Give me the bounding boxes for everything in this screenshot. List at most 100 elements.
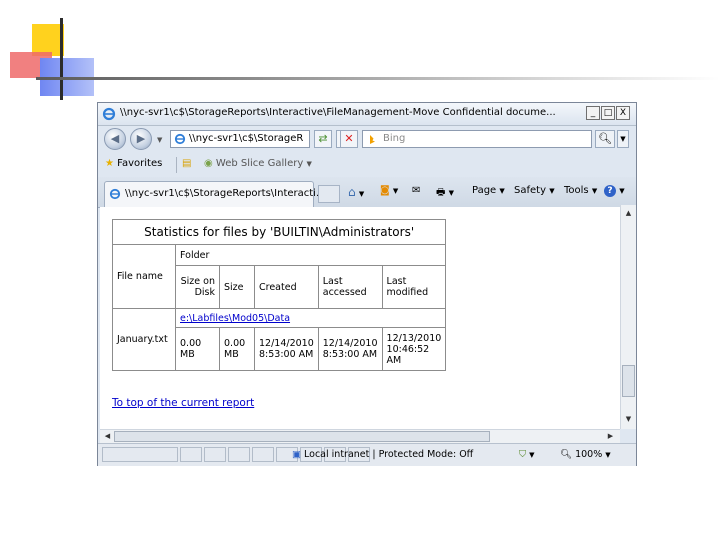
forward-button[interactable]: ▶ xyxy=(130,128,152,150)
page-icon xyxy=(174,133,186,145)
safety-menu[interactable]: Safety ▼ xyxy=(514,185,555,196)
header-size-on-disk: Size on Disk xyxy=(175,265,220,309)
recent-pages-dropdown-icon[interactable]: ▼ xyxy=(157,136,162,144)
search-placeholder: Bing xyxy=(383,133,406,144)
cell-size-on-disk: 0.00 MB xyxy=(175,327,220,371)
scroll-right-icon[interactable]: ▶ xyxy=(604,430,617,443)
vertical-scroll-thumb[interactable] xyxy=(622,365,635,397)
header-size: Size xyxy=(219,265,255,309)
horizontal-scroll-thumb[interactable] xyxy=(114,431,490,442)
cell-created: 12/14/2010 8:53:00 AM xyxy=(254,327,319,371)
intranet-icon: ▣ xyxy=(292,449,301,460)
search-box[interactable]: Bing xyxy=(362,130,592,148)
safety-menu-label: Safety xyxy=(514,185,546,196)
scroll-down-icon[interactable]: ▼ xyxy=(622,413,635,426)
chevron-down-icon: ▼ xyxy=(529,451,535,459)
zone-status[interactable]: ▣ Local intranet | Protected Mode: Off xyxy=(292,449,473,460)
cell-last-accessed: 12/14/2010 8:53:00 AM xyxy=(317,327,383,371)
horizontal-scrollbar[interactable]: ◀ ▶ xyxy=(100,429,620,444)
tab-current[interactable]: \\nyc-svr1\c$\StorageReports\Interacti..… xyxy=(104,181,326,207)
tools-menu[interactable]: Tools ▼ xyxy=(564,185,597,196)
header-folder: Folder xyxy=(174,244,447,266)
status-pane-5 xyxy=(252,447,274,462)
favorites-bar: ★ Favorites ▤ ◉ Web Slice Gallery ▼ xyxy=(98,153,636,177)
zone-status-text: Local intranet | Protected Mode: Off xyxy=(304,449,474,460)
title-bar: \\nyc-svr1\c$\StorageReports\Interactive… xyxy=(98,103,636,126)
tab-bar: \\nyc-svr1\c$\StorageReports\Interacti..… xyxy=(98,177,636,208)
printer-icon: 🖶︎ xyxy=(436,187,446,198)
ie-page-icon xyxy=(109,188,121,200)
address-toolbar: ◀ ▶ ▼ \\nyc-svr1\c$\StorageR ⇄ ↻ xyxy=(98,125,636,153)
chevron-down-icon: ▼ xyxy=(448,189,455,197)
maximize-button[interactable]: □ xyxy=(601,106,615,120)
search-options-button[interactable]: ▼ xyxy=(617,130,629,148)
status-pane-4 xyxy=(228,447,250,462)
back-arrow-icon: ◀ xyxy=(110,132,120,145)
scroll-left-icon[interactable]: ◀ xyxy=(101,430,114,443)
header-file-name: File name xyxy=(112,244,176,309)
cell-size: 0.00 MB xyxy=(219,327,255,371)
header-last-modified: Last modified xyxy=(381,265,447,309)
zoom-button[interactable]: 🔍︎ 100% ▼ xyxy=(560,449,611,460)
mail-button[interactable]: ✉ xyxy=(412,185,420,196)
browser-window: \\nyc-svr1\c$\StorageReports\Interactive… xyxy=(97,102,637,466)
feeds-button[interactable]: ◙ ▼ xyxy=(380,185,398,196)
mail-icon: ✉ xyxy=(412,185,421,196)
folder-path-text[interactable]: e:\Labfiles\Mod05\Data xyxy=(180,313,290,324)
zoom-icon: 🔍︎ xyxy=(560,449,573,460)
stop-button[interactable]: ✕ xyxy=(340,130,358,148)
web-slice-icon: ◉ xyxy=(204,158,213,169)
compatibility-view-icon: ⇄ xyxy=(318,132,328,145)
home-button[interactable]: ⌂ ▼ xyxy=(348,185,364,199)
home-icon: ⌂ xyxy=(348,185,356,199)
web-slice-gallery-button[interactable]: ◉ Web Slice Gallery ▼ xyxy=(204,158,312,169)
chevron-down-icon: ▼ xyxy=(549,187,555,195)
chevron-down-icon: ▼ xyxy=(605,451,611,459)
header-last-accessed: Last accessed xyxy=(317,265,383,309)
slide-deco-vertical-line xyxy=(60,18,63,100)
shield-icon: ⛉ xyxy=(519,449,527,460)
status-pane-2 xyxy=(180,447,202,462)
scroll-up-icon[interactable]: ▲ xyxy=(622,207,635,220)
forward-arrow-icon: ▶ xyxy=(136,132,146,145)
window-title: \\nyc-svr1\c$\StorageReports\Interactive… xyxy=(120,107,556,118)
vertical-scrollbar[interactable]: ▲ ▼ xyxy=(620,205,636,429)
chevron-down-icon: ▼ xyxy=(620,135,626,143)
page-menu[interactable]: Page ▼ xyxy=(472,185,505,196)
cell-last-modified: 12/13/2010 10:46:52 AM xyxy=(381,327,447,371)
status-pane-1 xyxy=(102,447,178,462)
status-pane-3 xyxy=(204,447,226,462)
print-button[interactable]: 🖶︎ ▼ xyxy=(436,185,454,202)
favorites-label: Favorites xyxy=(117,158,163,169)
compatibility-view-button[interactable]: ⇄ xyxy=(314,130,332,148)
chevron-down-icon: ▼ xyxy=(392,187,399,195)
folder-path-link[interactable]: e:\Labfiles\Mod05\Data xyxy=(174,308,447,328)
address-url[interactable]: \\nyc-svr1\c$\StorageR xyxy=(189,133,309,144)
help-button[interactable]: ? ▼ xyxy=(604,185,625,197)
report-table: Statistics for files by 'BUILTIN\Adminis… xyxy=(111,219,447,371)
minimize-button[interactable]: _ xyxy=(586,106,600,120)
address-bar[interactable]: \\nyc-svr1\c$\StorageR xyxy=(170,130,310,148)
page-menu-label: Page xyxy=(472,185,497,196)
tab-title: \\nyc-svr1\c$\StorageReports\Interacti..… xyxy=(125,188,326,199)
top-of-report-link[interactable]: To top of the current report xyxy=(112,397,254,409)
page-viewport[interactable]: Statistics for files by 'BUILTIN\Adminis… xyxy=(100,207,622,429)
ie-logo-icon xyxy=(102,107,116,121)
new-tab-button[interactable] xyxy=(318,185,340,203)
chevron-down-icon: ▼ xyxy=(591,187,598,195)
protected-mode-button[interactable]: ⛉ ▼ xyxy=(519,449,535,460)
zoom-level: 100% xyxy=(575,449,603,460)
status-bar: ▣ Local intranet | Protected Mode: Off ⛉… xyxy=(98,443,636,466)
favorites-button[interactable]: ★ Favorites xyxy=(105,158,162,169)
close-button[interactable]: X xyxy=(616,106,630,120)
back-button[interactable]: ◀ xyxy=(104,128,126,150)
tools-menu-label: Tools xyxy=(564,185,589,196)
bing-icon xyxy=(370,135,375,144)
search-button[interactable]: 🔍︎ xyxy=(595,130,615,148)
chevron-down-icon: ▼ xyxy=(499,187,505,195)
cell-file-name: January.txt xyxy=(112,308,176,371)
header-created: Created xyxy=(254,265,319,309)
star-icon: ★ xyxy=(105,158,114,169)
add-favorites-icon[interactable]: ▤ xyxy=(182,158,191,169)
help-icon: ? xyxy=(604,185,616,197)
